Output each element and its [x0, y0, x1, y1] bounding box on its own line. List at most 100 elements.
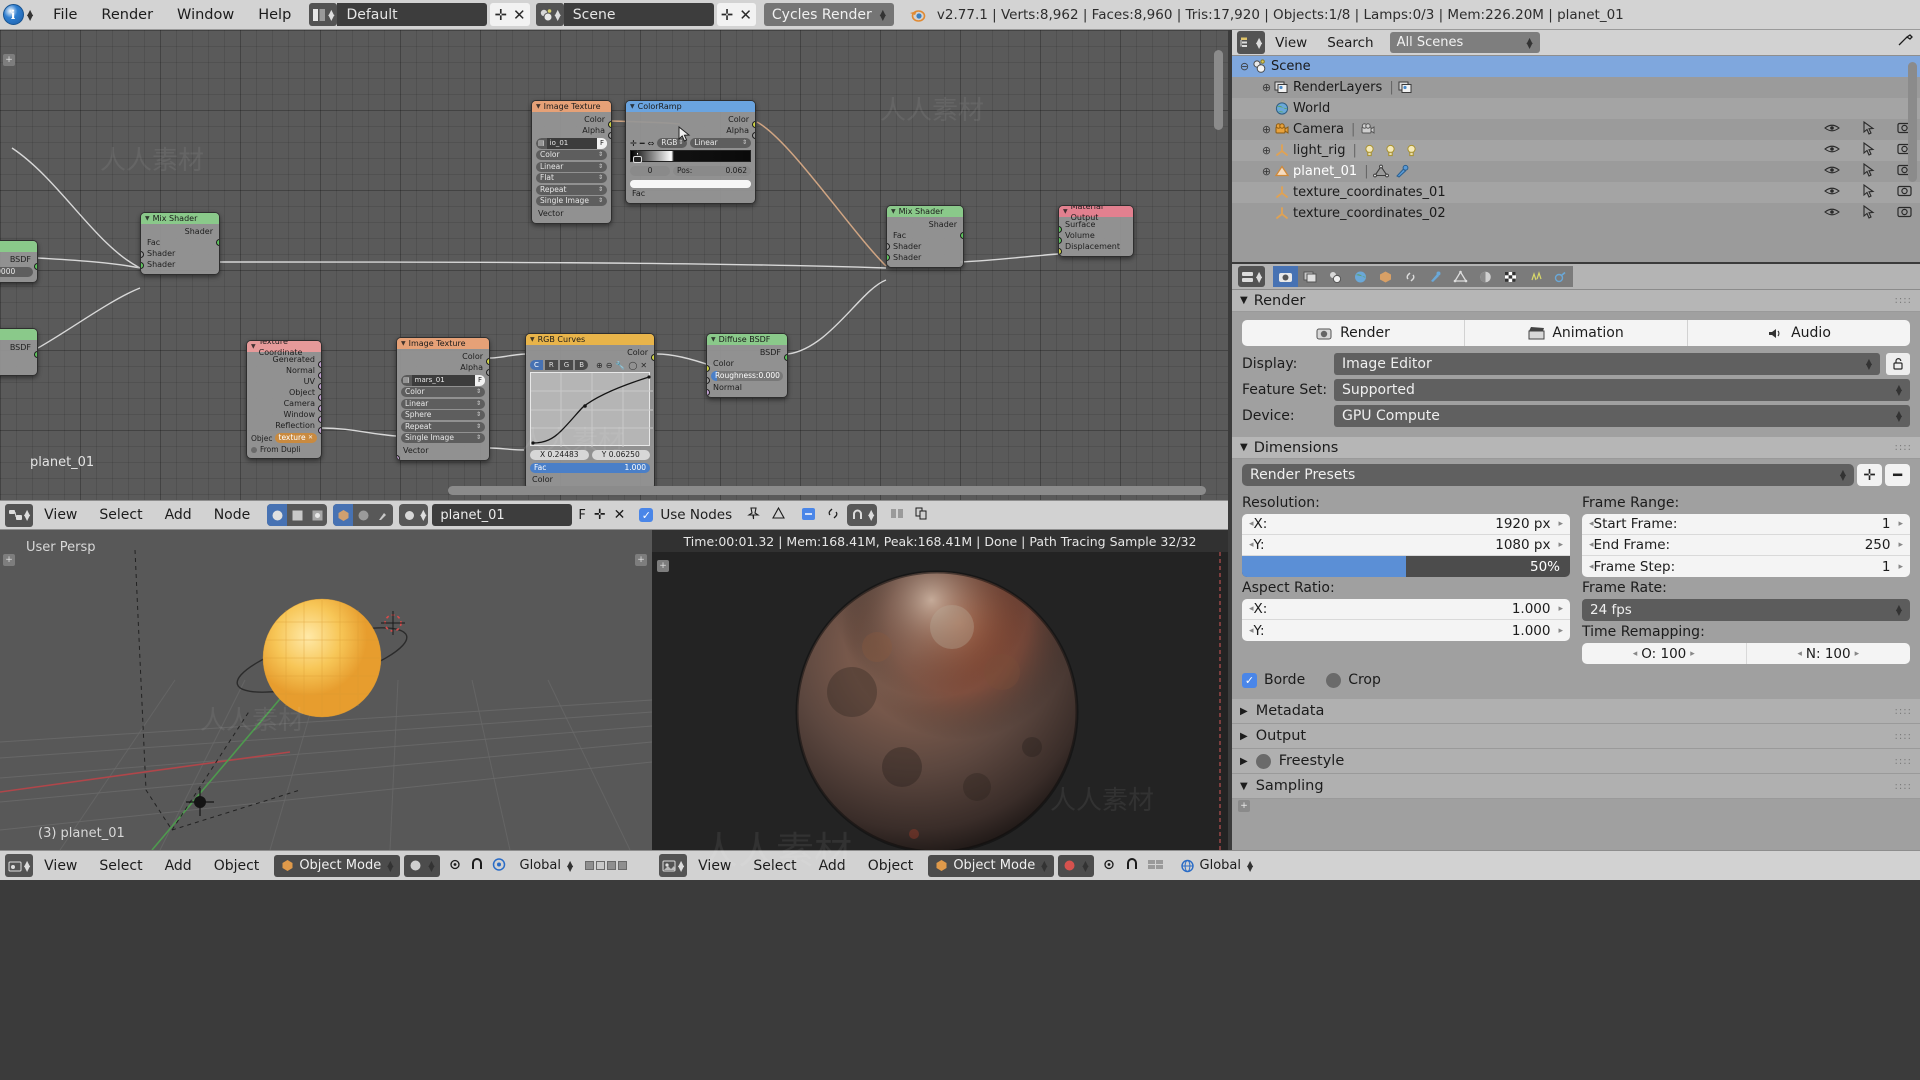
- camera-data-icon[interactable]: [1359, 121, 1376, 138]
- scene-name-value[interactable]: Scene: [563, 3, 714, 26]
- warning-icon[interactable]: [771, 506, 786, 524]
- socket-bsdf-out[interactable]: [784, 354, 787, 361]
- tab-world[interactable]: [1348, 266, 1374, 287]
- socket-alpha-out[interactable]: [486, 369, 489, 376]
- color-mode-field[interactable]: RGB ⇕: [657, 138, 688, 148]
- texture-coordinate-node[interactable]: ▼ Texture Coordinate Generated Normal UV …: [246, 340, 322, 459]
- transform-orientation-dropdown[interactable]: Global ▲ ▼: [513, 854, 580, 877]
- material-slot-icon[interactable]: [333, 504, 354, 526]
- crop-checkbox[interactable]: [1326, 672, 1342, 688]
- ramp-color-swatch[interactable]: [630, 180, 751, 188]
- lamp-icon[interactable]: [1403, 142, 1420, 159]
- socket-window-out[interactable]: [318, 416, 321, 423]
- lamp-icon[interactable]: [1382, 142, 1399, 159]
- curve-graph[interactable]: [530, 372, 653, 447]
- editor-type-spinner[interactable]: ▲ ▼: [27, 8, 33, 21]
- panel-header-dimensions[interactable]: ▼ Dimensions ::::: [1232, 437, 1920, 459]
- panel-header-metadata[interactable]: ▶ Metadata ::::: [1232, 699, 1920, 724]
- mesh-data-icon[interactable]: [1373, 163, 1390, 180]
- fake-user-icon[interactable]: F: [474, 376, 485, 384]
- unlink-material-icon[interactable]: ✕: [614, 507, 626, 523]
- plus-icon[interactable]: ✛: [494, 6, 507, 24]
- shader-type-toggle[interactable]: [267, 504, 328, 526]
- curve-channel-r[interactable]: R: [544, 360, 558, 370]
- node-menu-view[interactable]: View: [33, 500, 88, 530]
- layout-add-remove[interactable]: ✛ ✕: [490, 3, 530, 26]
- imgeditor-mode-dropdown[interactable]: Object Mode ▲ ▼: [928, 854, 1055, 877]
- imgeditor-menu-view[interactable]: View: [687, 851, 742, 881]
- menu-file[interactable]: File: [41, 0, 89, 30]
- node-editor-vscrollbar[interactable]: [1214, 50, 1223, 130]
- viewport-3d[interactable]: User Persp (3) planet_01 + +: [0, 530, 652, 850]
- outliner-expander[interactable]: [1260, 207, 1273, 220]
- material-icon[interactable]: [399, 504, 419, 526]
- image-editor-type-icon[interactable]: ▲ ▼: [659, 854, 688, 877]
- projection-field[interactable]: Sphere ⇕: [401, 410, 485, 420]
- object-field[interactable]: texture ✕: [274, 433, 317, 443]
- panel-header-output[interactable]: ▶ Output ::::: [1232, 724, 1920, 749]
- tab-modifiers[interactable]: [1423, 266, 1449, 287]
- x-icon[interactable]: ✕: [739, 6, 752, 24]
- screen-layout-value[interactable]: Default: [337, 3, 488, 26]
- outliner-expander[interactable]: ⊕: [1260, 123, 1273, 136]
- material-datablock-group[interactable]: ▲ ▼: [399, 504, 429, 526]
- render-image-button[interactable]: Render: [1242, 320, 1465, 346]
- outliner-expander[interactable]: ⊕: [1260, 165, 1273, 178]
- transform-orientation-dropdown[interactable]: Global ▲ ▼: [1173, 854, 1260, 877]
- time-remap-old-field[interactable]: ◂ O: 100 ▸: [1582, 643, 1747, 664]
- outliner-editor-type-icon[interactable]: ▲ ▼: [1237, 31, 1266, 54]
- outliner-row-world[interactable]: World: [1232, 98, 1920, 119]
- properties-editor-type-icon[interactable]: ▲ ▼: [1238, 266, 1266, 287]
- tab-render[interactable]: [1273, 266, 1299, 287]
- curve-tools-icon[interactable]: 🔧: [615, 361, 625, 370]
- socket-camera-out[interactable]: [318, 405, 321, 412]
- aspect-y-field[interactable]: ◂ Y: 1.000 ▸: [1242, 620, 1570, 641]
- socket-shader-out[interactable]: [216, 239, 219, 246]
- selectable-cursor-icon[interactable]: [1862, 120, 1875, 139]
- node-editor-hscrollbar[interactable]: [448, 486, 1206, 495]
- material-preview-icon[interactable]: [353, 504, 373, 526]
- slot-group[interactable]: [333, 504, 394, 526]
- outliner-menu-search[interactable]: Search: [1317, 35, 1383, 51]
- outliner-expander[interactable]: ⊕: [1260, 144, 1273, 157]
- zoom-out-icon[interactable]: ⊖: [606, 361, 613, 370]
- visibility-eye-icon[interactable]: [1824, 122, 1840, 138]
- panel-grip[interactable]: ::::: [1895, 781, 1912, 792]
- outliner-row-scene[interactable]: ⊖ Scene: [1232, 56, 1920, 77]
- tab-texture[interactable]: [1498, 266, 1524, 287]
- modifier-icon[interactable]: [1394, 163, 1411, 180]
- selectable-cursor-icon[interactable]: [1862, 162, 1875, 181]
- render-audio-button[interactable]: Audio: [1688, 320, 1910, 346]
- node-group-icon[interactable]: [889, 506, 905, 524]
- scene-icon[interactable]: ▲ ▼: [535, 3, 564, 26]
- object-shader-icon[interactable]: [267, 504, 288, 526]
- renderable-camera-icon[interactable]: [1897, 205, 1912, 222]
- blender-logo-icon[interactable]: i: [0, 4, 26, 26]
- end-frame-field[interactable]: ◂ End Frame: 250 ▸: [1582, 535, 1910, 556]
- outliner-menu-view[interactable]: View: [1265, 35, 1317, 51]
- outliner-row-planet-01[interactable]: ⊕ planet_01 |: [1232, 161, 1920, 182]
- fake-user-icon[interactable]: F: [596, 139, 607, 147]
- menu-window[interactable]: Window: [165, 0, 246, 30]
- image-texture-node-2[interactable]: ▼ Image Texture Color Alpha ▤ mars_01 F C…: [396, 337, 490, 461]
- rgb-curves-node[interactable]: ▼ RGB Curves Color C R G B ⊕ ⊖ 🔧 ◯ ✕ X 0…: [525, 333, 655, 490]
- outliner-vscrollbar[interactable]: [1908, 62, 1917, 182]
- selectable-cursor-icon[interactable]: [1862, 183, 1875, 202]
- add-preset-button[interactable]: ✛: [1857, 464, 1882, 486]
- screen-layout-icon[interactable]: ▲ ▼: [309, 3, 338, 26]
- panel-grip[interactable]: ::::: [1895, 731, 1912, 742]
- visibility-eye-icon[interactable]: [1824, 164, 1840, 180]
- view3d-menu-add[interactable]: Add: [154, 851, 203, 881]
- curve-channel-g[interactable]: G: [559, 360, 574, 370]
- tab-object[interactable]: [1373, 266, 1399, 287]
- outliner-row-texture-coordinates-01[interactable]: texture_coordinates_01: [1232, 182, 1920, 203]
- node-copy-icon[interactable]: [914, 506, 930, 524]
- view3d-menu-select[interactable]: Select: [88, 851, 153, 881]
- extension-field[interactable]: Repeat ⇕: [536, 184, 607, 195]
- node-editor-area[interactable]: ▼ BSDF 0.0000 ▼ BSDF ▼Mix Shader Shader …: [0, 30, 1228, 500]
- node-menu-add[interactable]: Add: [154, 500, 203, 530]
- image-editor-toolshelf-toggle[interactable]: +: [657, 560, 669, 572]
- panel-header-render[interactable]: ▼ Render ::::: [1232, 290, 1920, 312]
- socket-color-out[interactable]: [752, 121, 755, 128]
- outliner-expander[interactable]: [1260, 102, 1273, 115]
